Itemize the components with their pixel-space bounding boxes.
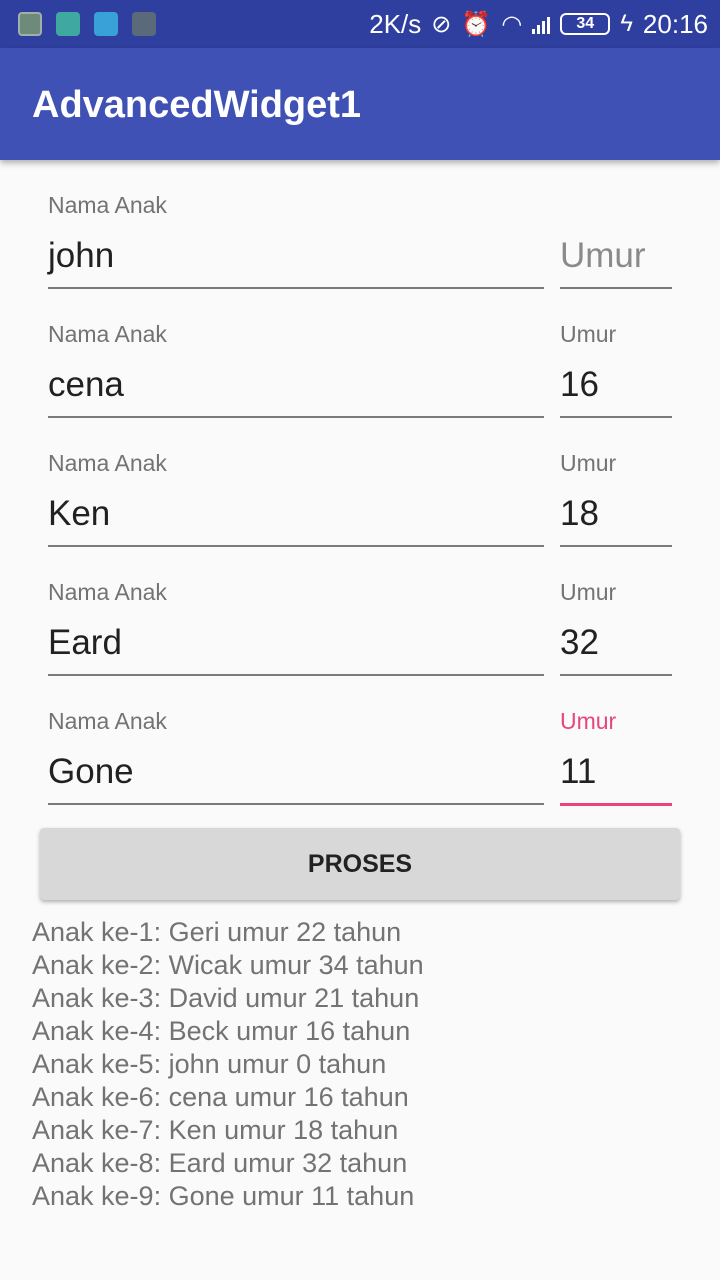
app-bar: AdvancedWidget1 [0,48,720,160]
age-field-3[interactable]: Umur 18 [560,432,672,561]
result-text: Anak ke-1: Geri umur 22 tahun Anak ke-2:… [32,916,424,1213]
age-input[interactable]: 11 [560,752,596,792]
child-row-3: Nama Anak Ken Umur 18 [48,432,672,561]
result-line: Anak ke-5: john umur 0 tahun [32,1049,387,1079]
name-label: Nama Anak [48,321,167,347]
clock: 20:16 [642,8,708,39]
status-bar: 2K/s ⊘ ⏰ ◠ 34 ϟ 20:16 [0,0,720,48]
input-underline [560,545,672,547]
wifi-icon: ◠ [501,10,523,38]
alarm-icon: ⏰ [461,10,492,38]
age-field-5-focused[interactable]: Umur 11 [560,690,672,819]
name-input[interactable]: Ken [48,494,110,534]
age-input[interactable]: 16 [560,365,599,405]
result-line: Anak ke-6: cena umur 16 tahun [32,1082,409,1112]
result-line: Anak ke-2: Wicak umur 34 tahun [32,950,424,980]
name-input[interactable]: Eard [48,623,122,663]
age-field-4[interactable]: Umur 32 [560,561,672,690]
input-underline [48,287,544,289]
child-row-4: Nama Anak Eard Umur 32 [48,561,672,690]
child-row-5: Nama Anak Gone Umur 11 [48,690,672,819]
input-underline [48,416,544,418]
input-underline [560,416,672,418]
age-label: Umur [560,708,617,734]
result-line: Anak ke-7: Ken umur 18 tahun [32,1115,399,1145]
age-input[interactable]: 18 [560,494,599,534]
name-field-4[interactable]: Nama Anak Eard [48,561,544,690]
android-icon [94,12,118,36]
age-label: Umur [560,450,617,476]
age-input-placeholder[interactable]: Umur [560,236,646,276]
proses-button[interactable]: PROSES [40,828,680,900]
usb-icon [56,12,80,36]
result-line: Anak ke-8: Eard umur 32 tahun [32,1148,408,1178]
name-input[interactable]: john [48,236,114,276]
input-underline-focused [560,803,672,806]
name-label: Nama Anak [48,708,167,734]
result-line: Anak ke-1: Geri umur 22 tahun [32,917,402,947]
age-input[interactable]: 32 [560,623,599,663]
age-field-1[interactable]: Umur [560,174,672,303]
result-line: Anak ke-3: David umur 21 tahun [32,983,420,1013]
age-label: Umur [560,579,617,605]
name-field-3[interactable]: Nama Anak Ken [48,432,544,561]
name-field-5[interactable]: Nama Anak Gone [48,690,544,819]
name-input[interactable]: cena [48,365,124,405]
gallery-icon [18,12,42,36]
age-field-2[interactable]: Umur 16 [560,303,672,432]
name-input[interactable]: Gone [48,752,134,792]
input-underline [560,674,672,676]
input-underline [560,287,672,289]
child-row-2: Nama Anak cena Umur 16 [48,303,672,432]
charging-icon: ϟ [620,10,633,37]
signal-icon [532,14,551,34]
app-title: AdvancedWidget1 [32,84,362,126]
name-field-2[interactable]: Nama Anak cena [48,303,544,432]
battery-icon: 34 [560,13,611,35]
name-field-1[interactable]: Nama Anak john [48,174,544,303]
child-row-1: Nama Anak john Umur [48,174,672,303]
name-label: Nama Anak [48,579,167,605]
name-label: Nama Anak [48,450,167,476]
bug-icon [132,12,156,36]
network-speed: 2K/s [369,8,422,39]
age-label: Umur [560,321,617,347]
result-line: Anak ke-9: Gone umur 11 tahun [32,1181,415,1211]
battery-level: 34 [576,15,595,32]
input-underline [48,803,544,805]
result-line: Anak ke-4: Beck umur 16 tahun [32,1016,411,1046]
name-label: Nama Anak [48,192,167,218]
input-underline [48,674,544,676]
input-underline [48,545,544,547]
vibrate-off-icon: ⊘ [431,10,452,38]
